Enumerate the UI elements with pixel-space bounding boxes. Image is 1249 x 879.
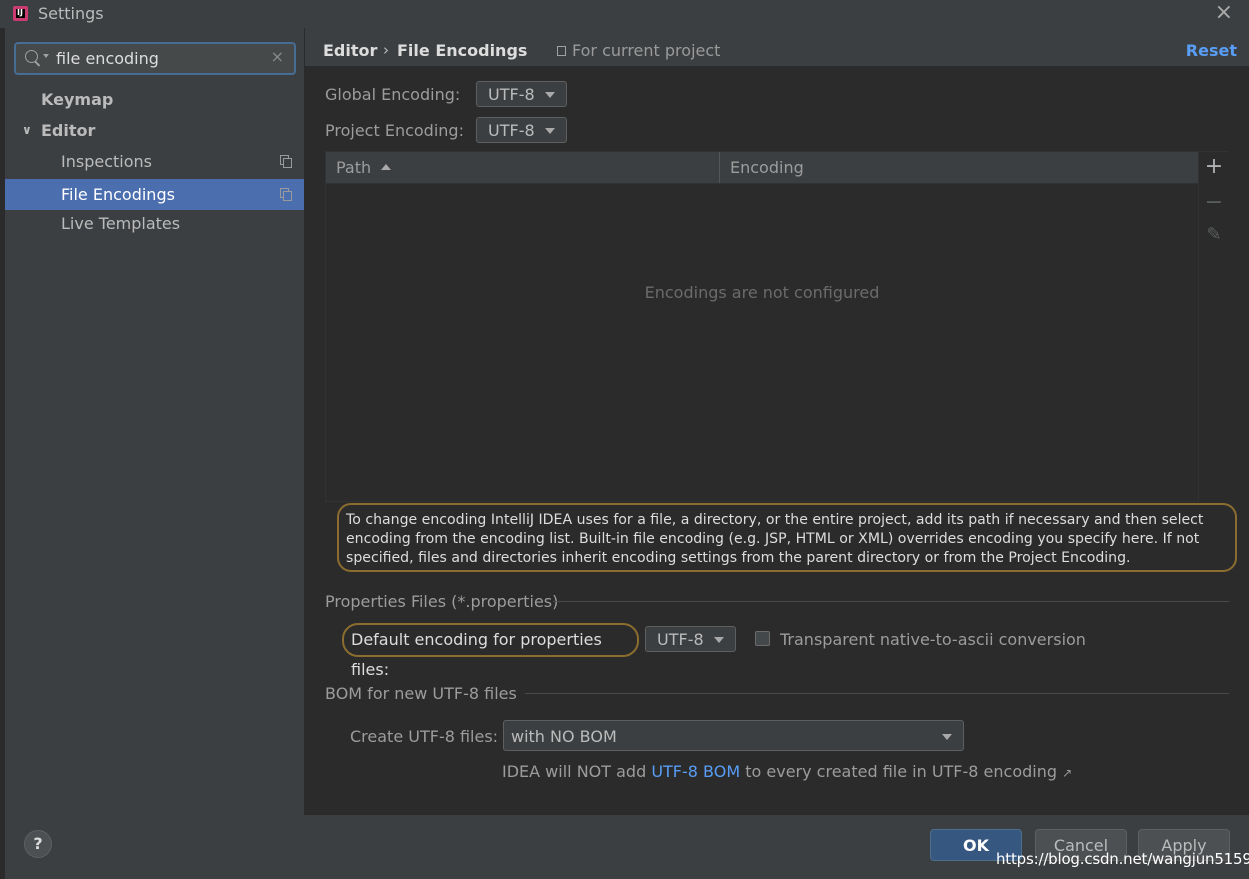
add-icon[interactable]: +: [1199, 154, 1229, 179]
remove-icon[interactable]: −: [1199, 190, 1229, 215]
sort-ascending-icon: [381, 164, 391, 170]
chevron-down-icon[interactable]: ∨: [22, 115, 32, 146]
search-icon[interactable]: [25, 50, 38, 63]
edit-icon[interactable]: ✎: [1199, 224, 1229, 245]
table-header: Path Encoding: [326, 152, 1198, 184]
column-divider[interactable]: [719, 152, 720, 183]
transparent-conversion-checkbox[interactable]: [755, 631, 770, 646]
project-scope-icon: [280, 188, 292, 201]
sidebar-item-label: Inspections: [61, 152, 152, 171]
scope-label: For current project: [572, 41, 721, 60]
dropdown-value: UTF-8: [657, 630, 704, 649]
chevron-down-icon: [545, 128, 555, 134]
sidebar-item-label: File Encodings: [61, 185, 175, 204]
sidebar-item-live-templates[interactable]: Live Templates: [5, 208, 304, 239]
table-toolbar: + − ✎: [1199, 151, 1229, 503]
bom-section-title: BOM for new UTF-8 files: [325, 684, 517, 703]
close-icon[interactable]: ×: [1215, 0, 1233, 25]
reset-link[interactable]: Reset: [1186, 41, 1237, 60]
column-header-encoding[interactable]: Encoding: [730, 158, 804, 177]
properties-section-title: Properties Files (*.properties): [325, 592, 559, 611]
dropdown-value: UTF-8: [488, 85, 535, 104]
create-utf8-label: Create UTF-8 files:: [350, 727, 499, 746]
default-properties-encoding-label: Default encoding for properties files:: [342, 623, 639, 679]
project-encoding-label: Project Encoding:: [325, 121, 464, 140]
dropdown-value: UTF-8: [488, 121, 535, 140]
sidebar-item-inspections[interactable]: Inspections: [5, 146, 304, 177]
search-box[interactable]: ×: [14, 42, 296, 75]
project-encoding-dropdown[interactable]: UTF-8: [476, 117, 567, 143]
intellij-app-icon: IJ: [13, 6, 28, 21]
project-scope-icon: [280, 155, 292, 168]
breadcrumb: Editor › File Encodings For current proj…: [305, 28, 1249, 66]
global-encoding-label: Global Encoding:: [325, 85, 461, 104]
properties-encoding-dropdown[interactable]: UTF-8: [645, 626, 736, 652]
breadcrumb-editor[interactable]: Editor: [323, 41, 377, 60]
title-bar: IJ Settings ×: [0, 0, 1249, 28]
chevron-down-icon: [942, 734, 952, 740]
clear-search-icon[interactable]: ×: [271, 47, 284, 66]
watermark-text: https://blog.csdn.net/wangjun5159: [996, 850, 1249, 868]
project-scope-icon: [557, 46, 566, 56]
sidebar-item-editor[interactable]: ∨ Editor: [5, 115, 304, 146]
help-button[interactable]: ?: [24, 830, 52, 858]
dialog-footer: ? OK Cancel Apply: [5, 815, 1249, 879]
search-input[interactable]: [56, 47, 256, 69]
sidebar-item-file-encodings[interactable]: File Encodings: [5, 179, 304, 210]
search-history-chevron-icon[interactable]: [43, 54, 49, 58]
hint-prefix: IDEA will NOT add: [502, 762, 652, 781]
utf8-bom-link[interactable]: UTF-8 BOM: [651, 762, 740, 781]
sidebar-item-label: Live Templates: [61, 214, 181, 233]
settings-sidebar: × Keymap ∨ Editor Inspections File Encod…: [5, 28, 304, 815]
breadcrumb-separator: ›: [383, 41, 389, 59]
create-utf8-dropdown[interactable]: with NO BOM: [503, 720, 964, 751]
page-title: File Encodings: [397, 41, 528, 60]
window-title: Settings: [38, 4, 104, 23]
encoding-info-text: To change encoding IntelliJ IDEA uses fo…: [337, 503, 1237, 572]
sidebar-item-label: Editor: [41, 121, 96, 140]
section-divider: [553, 601, 1229, 602]
global-encoding-dropdown[interactable]: UTF-8: [476, 81, 567, 107]
sidebar-item-label: Keymap: [41, 90, 114, 109]
path-encoding-table[interactable]: Path Encoding Encodings are not configur…: [325, 151, 1199, 502]
dropdown-value: with NO BOM: [511, 727, 617, 746]
chevron-down-icon: [714, 637, 724, 643]
bom-hint: IDEA will NOT add UTF-8 BOM to every cre…: [502, 762, 1072, 781]
column-header-path[interactable]: Path: [336, 158, 371, 177]
transparent-conversion-label[interactable]: Transparent native-to-ascii conversion: [780, 630, 1086, 649]
sidebar-item-keymap[interactable]: Keymap: [5, 84, 304, 115]
external-link-icon: ↗: [1062, 766, 1073, 780]
table-empty-text: Encodings are not configured: [644, 283, 880, 302]
chevron-down-icon: [545, 92, 555, 98]
hint-suffix: to every created file in UTF-8 encoding: [740, 762, 1063, 781]
section-divider: [525, 693, 1229, 694]
